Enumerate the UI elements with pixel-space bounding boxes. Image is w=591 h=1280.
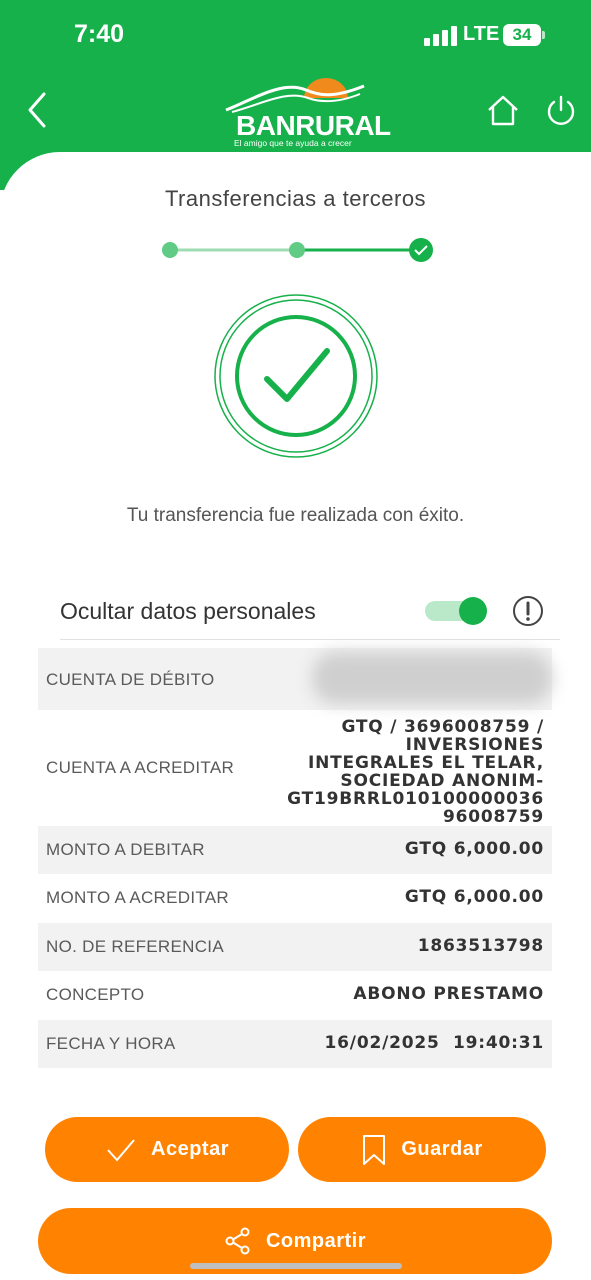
accept-button[interactable]: Aceptar <box>45 1117 289 1182</box>
transfer-details-table: CUENTA DE DÉBITO CUENTA A ACREDITAR GTQ … <box>38 648 552 1068</box>
check-icon <box>107 1138 135 1162</box>
home-icon[interactable] <box>485 92 521 128</box>
detail-value: GTQ / 3696008759 / INVERSIONES INTEGRALE… <box>287 717 544 827</box>
detail-row-debit-amount: MONTO A DEBITAR GTQ 6,000.00 <box>38 826 552 874</box>
detail-row-datetime: FECHA Y HORA 16/02/2025 19:40:31 <box>38 1020 552 1068</box>
detail-label: FECHA Y HORA <box>46 1034 176 1053</box>
logo-tagline: El amigo que te ayuda a crecer <box>234 138 352 148</box>
battery-icon: 34 <box>503 24 541 46</box>
save-button-label: Guardar <box>401 1138 483 1160</box>
status-time: 7:40 <box>74 20 125 48</box>
hide-personal-data-toggle[interactable] <box>425 597 487 625</box>
step-1-dot <box>162 242 178 258</box>
accept-button-label: Aceptar <box>151 1138 229 1160</box>
detail-row-credit-amount: MONTO A ACREDITAR GTQ 6,000.00 <box>38 874 552 923</box>
bookmark-icon <box>363 1134 386 1165</box>
detail-value: 1863513798 <box>417 936 544 956</box>
back-icon[interactable] <box>22 90 56 130</box>
hide-personal-data-row: Ocultar datos personales <box>60 590 560 640</box>
hidden-value <box>312 652 552 704</box>
status-bar: 7:40 LTE 34 <box>0 0 591 70</box>
step-3-check-icon <box>409 238 433 262</box>
detail-label: MONTO A ACREDITAR <box>46 888 230 907</box>
battery-tip <box>542 31 545 39</box>
detail-row-debit-account: CUENTA DE DÉBITO <box>38 648 552 710</box>
progress-stepper <box>160 236 440 266</box>
detail-value: GTQ 6,000.00 <box>404 887 544 907</box>
home-indicator <box>190 1263 402 1269</box>
save-button[interactable]: Guardar <box>298 1117 546 1182</box>
network-label: LTE <box>463 23 500 45</box>
power-icon[interactable] <box>544 94 578 128</box>
detail-label: CONCEPTO <box>46 985 145 1004</box>
toggle-knob <box>459 597 487 625</box>
detail-row-credit-account: CUENTA A ACREDITAR GTQ / 3696008759 / IN… <box>38 710 552 826</box>
page-title: Transferencias a terceros <box>164 186 427 211</box>
detail-label: CUENTA DE DÉBITO <box>46 670 215 689</box>
detail-value: ABONO PRESTAMO <box>353 984 544 1004</box>
banrural-logo: BANRURAL El amigo que te ayuda a crecer <box>222 76 391 152</box>
detail-label: CUENTA A ACREDITAR <box>46 758 235 777</box>
detail-row-concept: CONCEPTO ABONO PRESTAMO <box>38 971 552 1020</box>
detail-label: MONTO A DEBITAR <box>46 840 205 859</box>
success-message: Tu transferencia fue realizada con éxito… <box>126 505 465 526</box>
detail-row-reference: NO. DE REFERENCIA 1863513798 <box>38 923 552 971</box>
share-button-label: Compartir <box>265 1229 367 1252</box>
hide-personal-data-label: Ocultar datos personales <box>60 598 316 624</box>
step-2-dot <box>289 242 305 258</box>
success-check-icon <box>213 293 379 459</box>
share-icon <box>225 1227 250 1255</box>
detail-value: 16/02/2025 19:40:31 <box>324 1033 544 1053</box>
detail-label: NO. DE REFERENCIA <box>46 937 224 956</box>
signal-icon <box>424 24 458 46</box>
info-icon[interactable] <box>512 595 544 627</box>
detail-value: GTQ 6,000.00 <box>404 839 544 859</box>
